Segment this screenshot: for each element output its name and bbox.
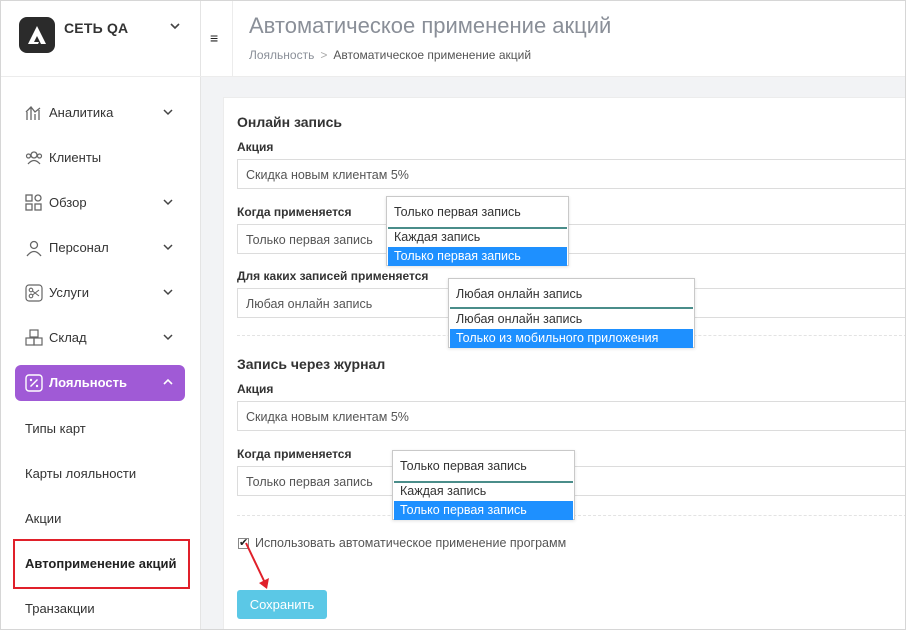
dropdown-separator [450,307,693,309]
section-title-journal: Запись через журнал [237,356,386,372]
journal-promo-value: Скидка новым клиентам 5% [246,410,409,424]
journal-when-value: Только первая запись [246,475,373,489]
dropdown-option-selected[interactable]: Только из мобильного приложения [450,329,693,348]
sidebar-item-analytics[interactable]: Аналитика [15,95,185,131]
dropdown-option-selected[interactable]: Только первая запись [394,501,573,520]
save-button[interactable]: Сохранить [237,590,327,619]
online-when-value: Только первая запись [246,233,373,247]
sidebar-item-overview[interactable]: Обзор [15,185,185,221]
breadcrumb: Лояльность > Автоматическое применение акц… [249,48,531,62]
brand-logo [19,17,55,53]
online-when-dropdown[interactable]: Только первая запись Каждая запись Тольк… [386,196,569,266]
online-which-value: Любая онлайн запись [246,297,373,311]
menu-icon: ≡ [210,30,219,46]
online-promo-select[interactable]: Скидка новым клиентам 5% [237,159,905,189]
sidebar-item-label: Персонал [49,240,109,255]
app-window: СЕТЬ QA Аналитика Клиенты Обзор Персонал… [0,0,906,630]
section-title-online: Онлайн запись [237,114,342,130]
dropdown-option[interactable]: Каждая запись [394,482,573,501]
chevron-down-icon[interactable] [169,20,181,32]
annotation-arrow-icon [245,542,269,589]
auto-apply-label: Использовать автоматическое применение п… [255,536,567,550]
chevron-down-icon [163,334,173,341]
brand-name: СЕТЬ QA [64,20,129,36]
online-which-dropdown[interactable]: Любая онлайн запись Любая онлайн запись … [448,278,695,348]
online-when-select[interactable]: Только первая запись [237,224,905,254]
sidebar-item-label: Клиенты [49,150,102,165]
percent-icon [25,374,43,392]
dropdown-option[interactable]: Каждая запись [388,228,567,247]
sidebar-item-staff[interactable]: Персонал [15,230,185,266]
boxes-icon [25,329,43,346]
sidebar-item-label: Услуги [49,285,89,300]
online-promo-label: Акция [237,140,274,154]
sidebar-subitem-loyalty-cards[interactable]: Карты лояльности [25,466,136,481]
sidebar-subitem-card-types[interactable]: Типы карт [25,421,86,436]
sidebar-item-loyalty[interactable]: Лояльность [15,365,185,401]
users-icon [25,151,43,165]
journal-promo-select[interactable]: Скидка новым клиентам 5% [237,401,905,431]
user-icon [26,240,42,257]
chevron-down-icon [163,199,173,206]
sidebar-subitem-promotions[interactable]: Акции [25,511,61,526]
brand-switcher[interactable]: СЕТЬ QA [1,1,201,77]
highlight-box [13,539,190,589]
journal-when-dropdown[interactable]: Только первая запись Каждая запись Тольк… [392,450,575,520]
scissors-icon [25,284,43,302]
dropdown-option-selected[interactable]: Только первая запись [388,247,567,266]
sidebar-item-label: Лояльность [49,375,127,390]
sidebar-item-label: Склад [49,330,87,345]
breadcrumb-current: Автоматическое применение акций [333,48,532,62]
sidebar-item-services[interactable]: Услуги [15,275,185,311]
chevron-down-icon [163,109,173,116]
journal-promo-label: Акция [237,382,274,396]
grid-icon [25,194,42,211]
page-header: Автоматическое применение акций Лояльнос… [233,1,905,77]
chevron-up-icon [163,378,173,385]
dropdown-option[interactable]: Любая онлайн запись [450,310,693,329]
chart-icon [25,106,41,120]
online-promo-value: Скидка новым клиентам 5% [246,168,409,182]
chevron-down-icon [163,244,173,251]
dropdown-current-value: Любая онлайн запись [456,287,583,301]
dropdown-current-value: Только первая запись [394,205,521,219]
page-title: Автоматическое применение акций [249,13,612,38]
online-which-label: Для каких записей применяется [237,269,429,283]
sidebar: СЕТЬ QA Аналитика Клиенты Обзор Персонал… [1,1,201,629]
sidebar-item-warehouse[interactable]: Склад [15,320,185,356]
journal-when-label: Когда применяется [237,447,352,461]
chevron-down-icon [163,289,173,296]
breadcrumb-link-loyalty[interactable]: Лояльность [249,48,314,62]
menu-toggle-button[interactable]: ≡ [201,1,233,77]
online-when-label: Когда применяется [237,205,352,219]
breadcrumb-separator: > [320,48,328,62]
sidebar-item-label: Обзор [49,195,87,210]
sidebar-item-clients[interactable]: Клиенты [15,140,185,176]
sidebar-subitem-transactions[interactable]: Транзакции [25,601,95,616]
sidebar-item-label: Аналитика [49,105,114,120]
dropdown-current-value: Только первая запись [400,459,527,473]
